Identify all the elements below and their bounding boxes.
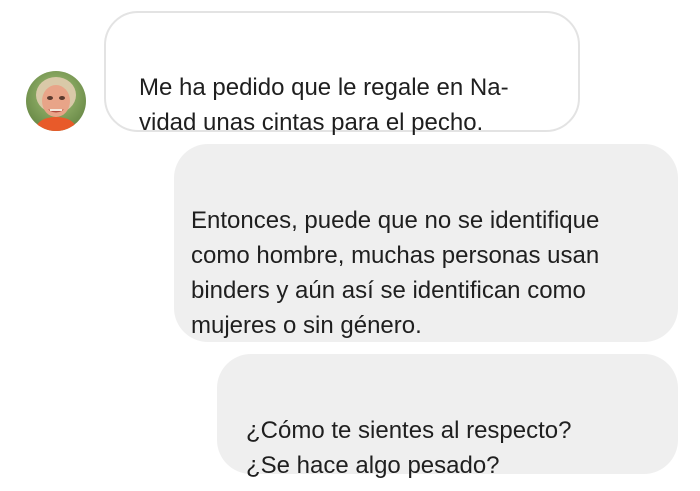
outgoing-message-bubble[interactable]: ¿Cómo te sientes al respecto? ¿Se hace a…	[217, 354, 678, 479]
chat-thread: Me ha pedido que le regale en Na- vidad …	[0, 0, 700, 491]
incoming-message-bubble[interactable]: Me ha pedido que le regale en Na- vidad …	[104, 11, 580, 136]
person-avatar-icon	[26, 71, 86, 131]
message-text: ¿Cómo te sientes al respecto? ¿Se hace a…	[246, 417, 572, 479]
message-text: Entonces, puede que no se identifique co…	[191, 207, 600, 339]
message-text: Me ha pedido que le regale en Na- vidad …	[139, 74, 509, 136]
contact-avatar[interactable]	[26, 71, 86, 131]
outgoing-message-bubble[interactable]: Entonces, puede que no se identifique co…	[174, 144, 678, 342]
